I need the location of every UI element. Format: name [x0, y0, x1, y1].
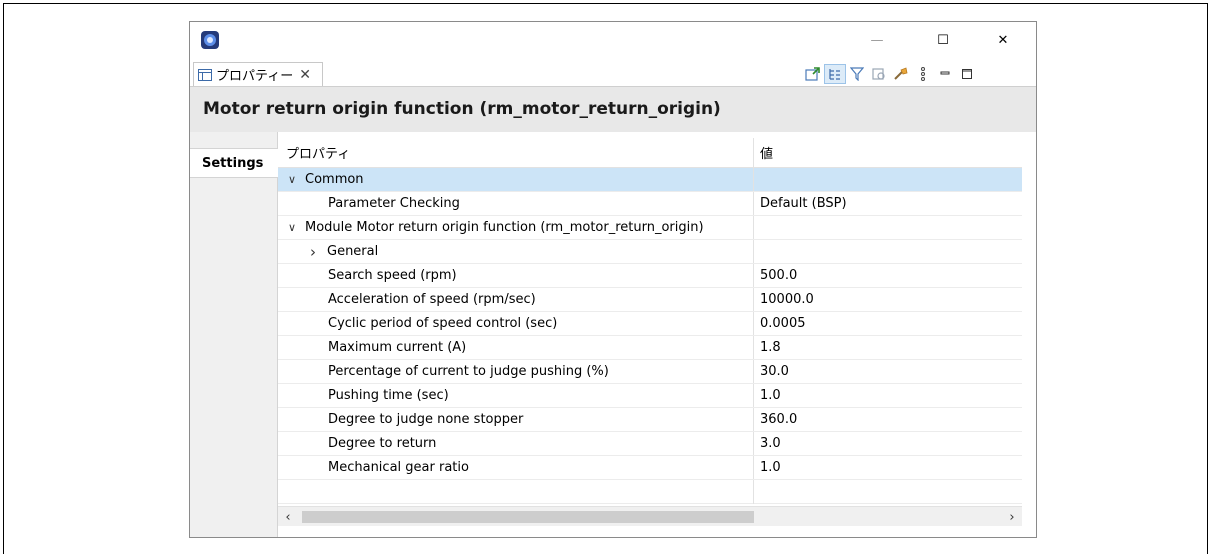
column-header-property[interactable]: プロパティ [278, 138, 754, 167]
app-logo-icon [201, 31, 219, 49]
property-cell: Acceleration of speed (rpm/sec) [278, 288, 754, 311]
module-header: Motor return origin function (rm_motor_r… [190, 86, 1036, 132]
property-cell: › General [278, 240, 754, 263]
table-header: プロパティ 値 [278, 138, 1022, 168]
value-cell[interactable]: 10000.0 [754, 288, 814, 311]
properties-window: — ☐ ✕ プロパティー ✕ Motor return origin funct… [189, 21, 1037, 538]
show-advanced-icon[interactable] [868, 64, 890, 84]
chevron-down-icon[interactable]: ∨ [288, 173, 302, 186]
value-cell[interactable]: 1.0 [754, 384, 781, 407]
property-cell: Search speed (rpm) [278, 264, 754, 287]
value-cell[interactable]: 500.0 [754, 264, 797, 287]
title-bar: — ☐ ✕ [190, 22, 1036, 58]
property-cell: Degree to judge none stopper [278, 408, 754, 431]
property-label: General [327, 244, 379, 259]
pin-to-editor-icon[interactable] [802, 64, 824, 84]
chevron-down-icon[interactable]: ∨ [288, 221, 302, 234]
filter-icon[interactable] [846, 64, 868, 84]
value-cell[interactable] [754, 240, 760, 263]
tab-close-icon[interactable]: ✕ [299, 67, 311, 83]
restore-default-icon[interactable] [890, 64, 912, 84]
property-label: Degree to return [328, 436, 437, 451]
property-cell: Cyclic period of speed control (sec) [278, 312, 754, 335]
table-row[interactable]: Parameter Checking Default (BSP) [278, 192, 1022, 216]
table-row-empty [278, 480, 1022, 504]
property-label: Degree to judge none stopper [328, 412, 524, 427]
property-cell: ∨ Module Motor return origin function (rm… [278, 216, 754, 239]
table-row[interactable]: Degree to judge none stopper 360.0 [278, 408, 1022, 432]
property-cell: Percentage of current to judge pushing (… [278, 360, 754, 383]
property-cell: ∨ Common [278, 168, 754, 191]
property-label: Parameter Checking [328, 196, 460, 211]
scroll-thumb[interactable] [302, 511, 754, 523]
table-row[interactable]: Pushing time (sec) 1.0 [278, 384, 1022, 408]
property-label: Cyclic period of speed control (sec) [328, 316, 558, 331]
property-label: Module Motor return origin function (rm_… [305, 220, 704, 235]
property-cell: Mechanical gear ratio [278, 456, 754, 479]
horizontal-scrollbar[interactable]: ‹ › [278, 506, 1022, 526]
side-tab-settings[interactable]: Settings [190, 148, 278, 178]
property-table: プロパティ 値 ∨ Common Parameter Checking Default… [278, 138, 1022, 504]
table-row[interactable]: Mechanical gear ratio 1.0 [278, 456, 1022, 480]
table-row[interactable]: ∨ Module Motor return origin function (rm… [278, 216, 1022, 240]
scroll-left-button[interactable]: ‹ [278, 507, 298, 527]
table-row[interactable]: Acceleration of speed (rpm/sec) 10000.0 [278, 288, 1022, 312]
maximize-window-button[interactable]: ☐ [918, 22, 968, 58]
value-cell[interactable]: 0.0005 [754, 312, 806, 335]
property-cell [278, 480, 754, 504]
show-categories-icon[interactable] [824, 64, 846, 84]
view-toolbar [802, 64, 978, 84]
value-cell[interactable]: 30.0 [754, 360, 789, 383]
chevron-right-icon[interactable]: › [310, 243, 324, 261]
property-label: Common [305, 172, 364, 187]
value-cell[interactable] [754, 216, 760, 239]
value-cell[interactable] [754, 168, 760, 191]
close-window-button[interactable]: ✕ [978, 22, 1028, 58]
value-cell[interactable]: Default (BSP) [754, 192, 847, 215]
value-cell[interactable]: 3.0 [754, 432, 781, 455]
column-header-value[interactable]: 値 [754, 138, 773, 167]
table-row[interactable]: Percentage of current to judge pushing (… [278, 360, 1022, 384]
property-cell: Maximum current (A) [278, 336, 754, 359]
property-label: Percentage of current to judge pushing (… [328, 364, 609, 379]
property-label: Acceleration of speed (rpm/sec) [328, 292, 536, 307]
page-title: Motor return origin function (rm_motor_r… [203, 99, 721, 119]
minimize-window-button[interactable]: — [852, 22, 902, 58]
view-menu-icon[interactable] [912, 64, 934, 84]
table-row[interactable]: Maximum current (A) 1.8 [278, 336, 1022, 360]
tab-properties-label: プロパティー [216, 69, 294, 84]
scroll-right-button[interactable]: › [1002, 507, 1022, 527]
value-cell[interactable]: 1.8 [754, 336, 781, 359]
property-cell: Parameter Checking [278, 192, 754, 215]
table-row[interactable]: Degree to return 3.0 [278, 432, 1022, 456]
property-label: Maximum current (A) [328, 340, 467, 355]
property-label: Pushing time (sec) [328, 388, 449, 403]
properties-view-icon [198, 68, 212, 81]
table-row[interactable]: Cyclic period of speed control (sec) 0.00… [278, 312, 1022, 336]
table-row[interactable]: › General [278, 240, 1022, 264]
view-tab-row: プロパティー ✕ [190, 58, 1036, 86]
property-label: Mechanical gear ratio [328, 460, 469, 475]
property-cell: Pushing time (sec) [278, 384, 754, 407]
value-cell[interactable]: 1.0 [754, 456, 781, 479]
tab-properties[interactable]: プロパティー ✕ [193, 62, 323, 86]
minimize-view-icon[interactable] [934, 64, 956, 84]
maximize-view-icon[interactable] [956, 64, 978, 84]
table-body: ∨ Common Parameter Checking Default (BSP) ∨ M… [278, 168, 1022, 504]
property-label: Search speed (rpm) [328, 268, 457, 283]
side-tab-column: Settings [190, 132, 278, 537]
value-cell[interactable]: 360.0 [754, 408, 797, 431]
table-row[interactable]: Search speed (rpm) 500.0 [278, 264, 1022, 288]
property-cell: Degree to return [278, 432, 754, 455]
table-row[interactable]: ∨ Common [278, 168, 1022, 192]
